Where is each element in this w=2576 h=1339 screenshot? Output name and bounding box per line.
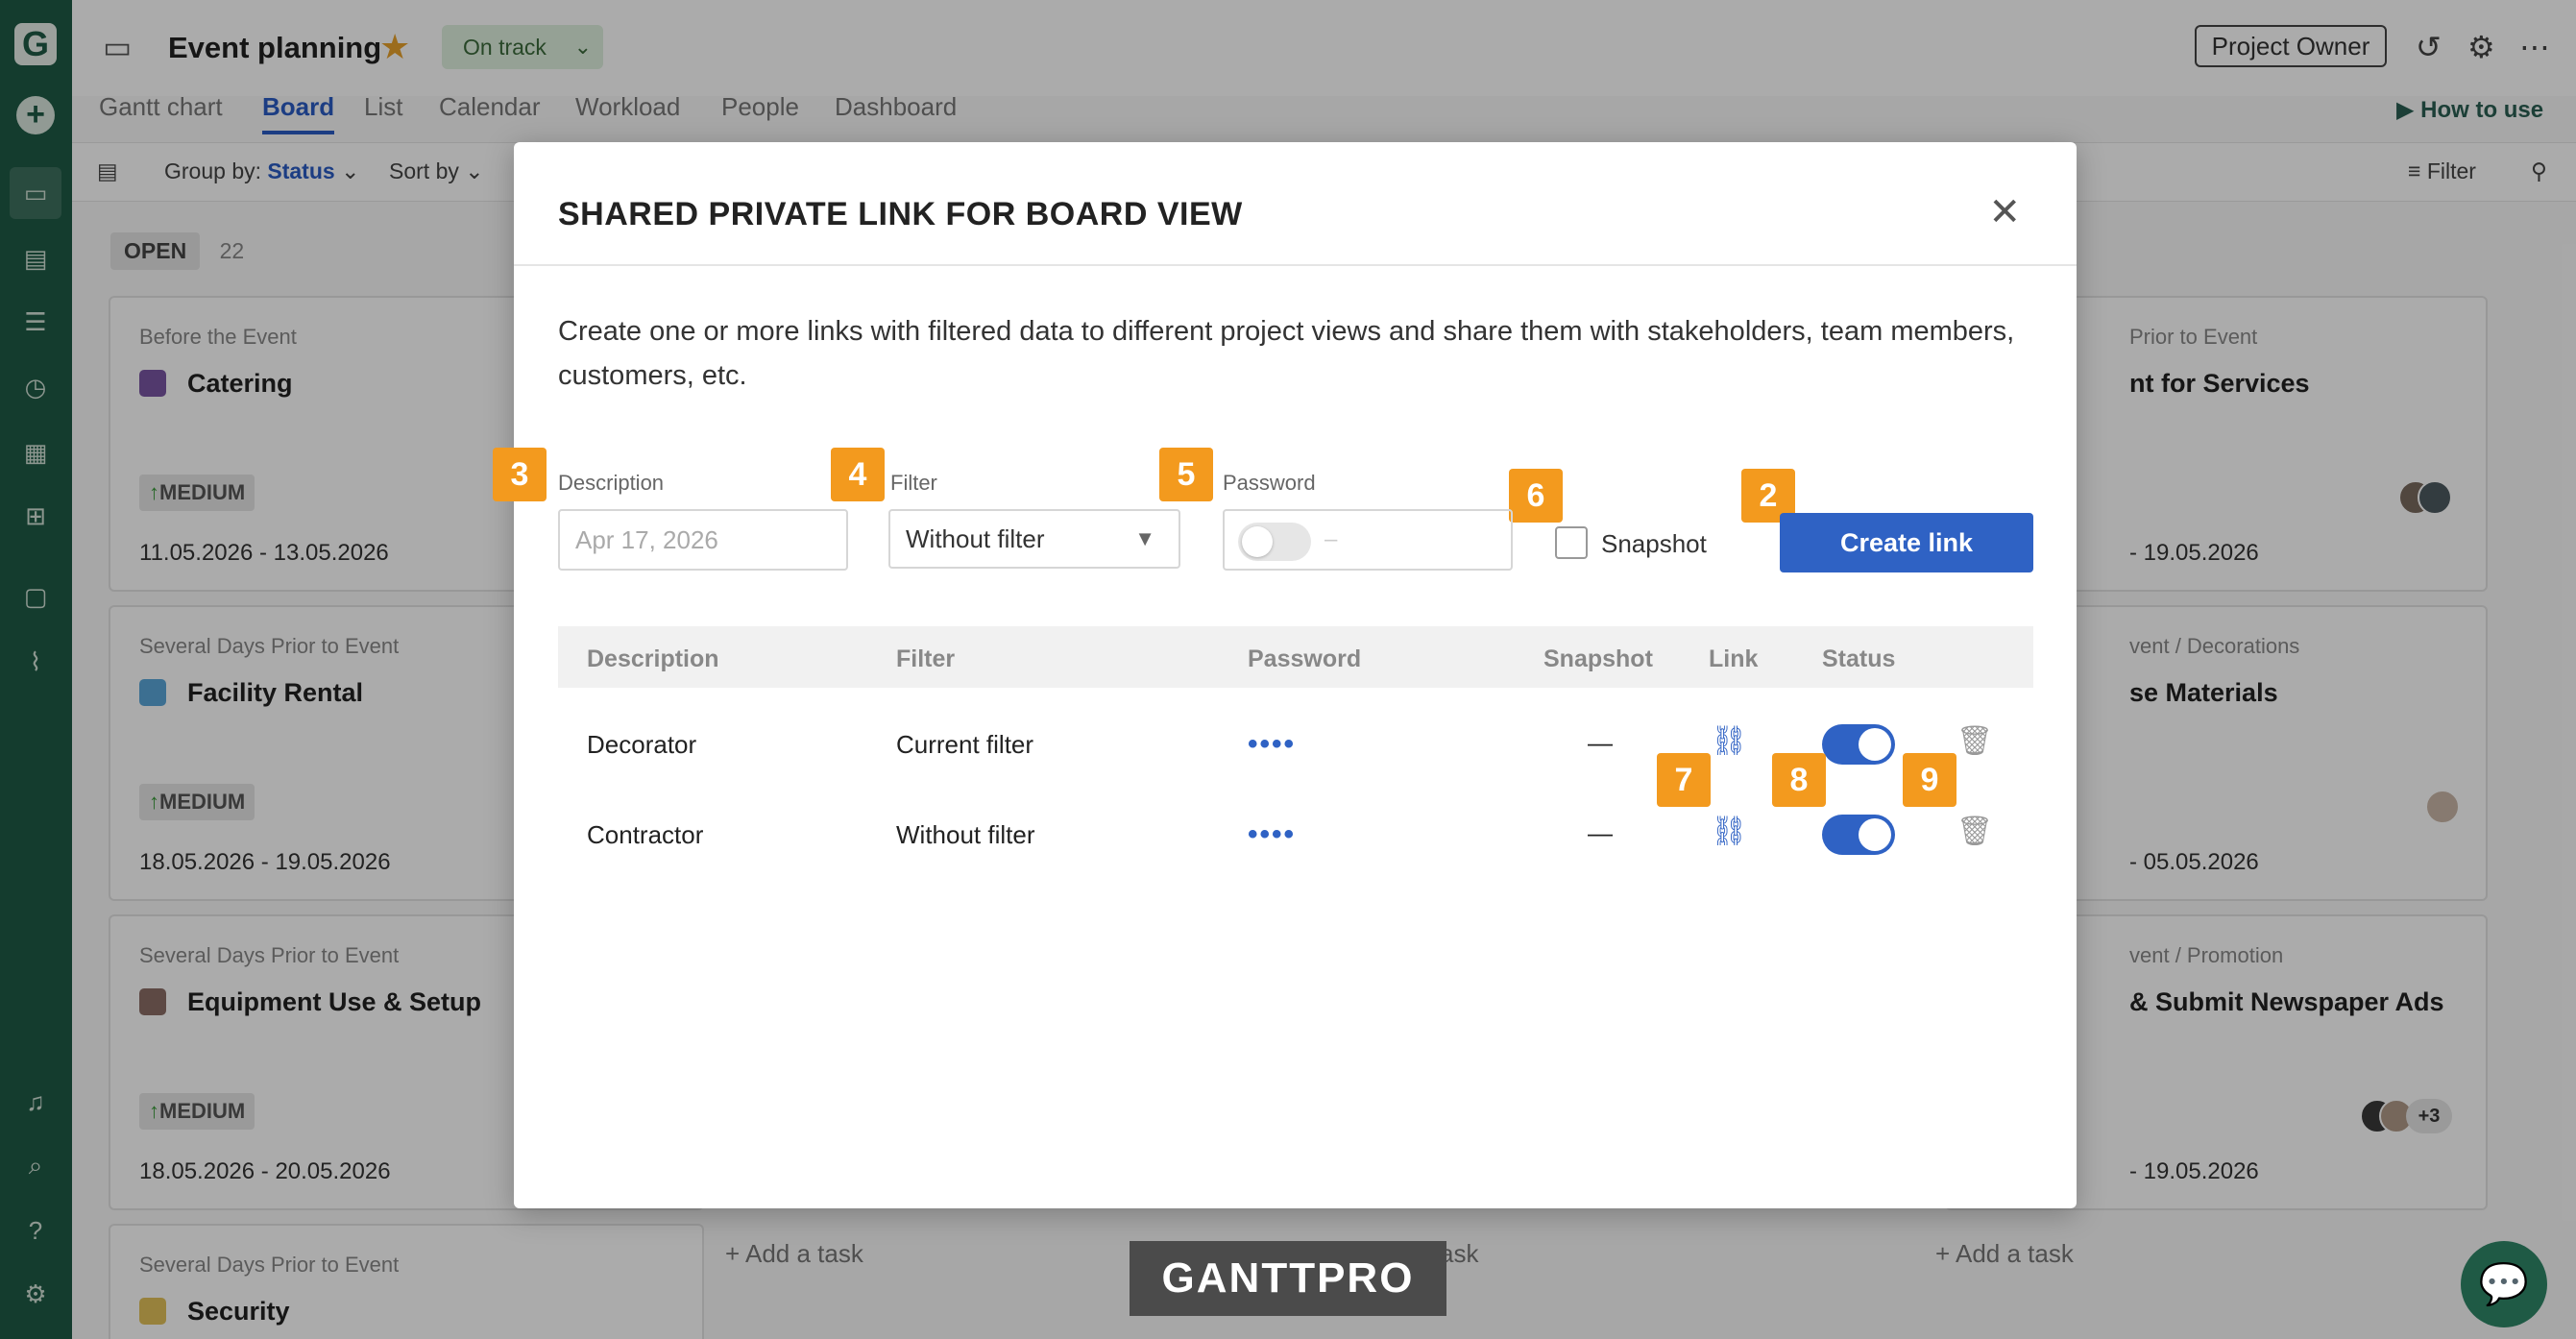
- password-label: Password: [1223, 471, 1316, 495]
- callout-badge: 6: [1509, 469, 1563, 523]
- modal-divider: [514, 264, 2077, 266]
- description-label: Description: [558, 471, 665, 495]
- trash-icon[interactable]: 🗑: [1956, 815, 1993, 848]
- header-snapshot: Snapshot: [1543, 645, 1653, 672]
- filter-label: Filter: [890, 471, 937, 495]
- password-toggle[interactable]: [1238, 523, 1311, 561]
- header-filter: Filter: [896, 645, 956, 672]
- filter-select[interactable]: Without filter ▼: [888, 509, 1180, 569]
- close-icon[interactable]: ✕: [1988, 190, 2021, 234]
- header-status: Status: [1822, 645, 1896, 672]
- row-description: Decorator: [587, 730, 697, 759]
- row-password: ••••: [1248, 818, 1297, 850]
- description-input[interactable]: Apr 17, 2026: [558, 509, 848, 571]
- row-password: ••••: [1248, 728, 1297, 760]
- status-toggle[interactable]: [1822, 724, 1895, 765]
- status-toggle[interactable]: [1822, 815, 1895, 855]
- create-link-button[interactable]: Create link: [1780, 513, 2033, 572]
- row-filter: Current filter: [896, 730, 1034, 759]
- copy-link-icon[interactable]: ⛓: [1711, 724, 1747, 758]
- header-description: Description: [587, 645, 719, 672]
- table-row: Contractor Without filter •••• — ⛓ 🗑: [558, 791, 2033, 882]
- password-field: –: [1223, 509, 1513, 571]
- copy-link-icon[interactable]: ⛓: [1711, 815, 1747, 848]
- snapshot-checkbox[interactable]: [1555, 526, 1588, 559]
- links-table-header: Description Filter Password Snapshot Lin…: [558, 626, 2033, 688]
- trash-icon[interactable]: 🗑: [1956, 724, 1993, 758]
- shared-link-modal: SHARED PRIVATE LINK FOR BOARD VIEW ✕ Cre…: [493, 142, 2077, 1208]
- caret-down-icon: ▼: [1134, 526, 1155, 550]
- modal-description: Create one or more links with filtered d…: [558, 316, 2015, 391]
- snapshot-label: Snapshot: [1601, 529, 1707, 558]
- row-filter: Without filter: [896, 820, 1035, 849]
- support-chat-icon[interactable]: 💬: [2461, 1241, 2547, 1327]
- callout-badge: 3: [493, 448, 547, 501]
- row-snapshot: —: [1588, 728, 1613, 757]
- password-placeholder: –: [1324, 526, 1338, 552]
- ganttpro-watermark: GANTTPRO: [1130, 1241, 1446, 1316]
- filter-select-value: Without filter: [906, 524, 1045, 553]
- header-password: Password: [1248, 645, 1362, 672]
- callout-badge: 4: [831, 448, 885, 501]
- callout-badge: 5: [1159, 448, 1213, 501]
- modal-title: SHARED PRIVATE LINK FOR BOARD VIEW: [558, 196, 1243, 232]
- header-link: Link: [1709, 645, 1759, 672]
- row-snapshot: —: [1588, 818, 1613, 847]
- row-description: Contractor: [587, 820, 704, 849]
